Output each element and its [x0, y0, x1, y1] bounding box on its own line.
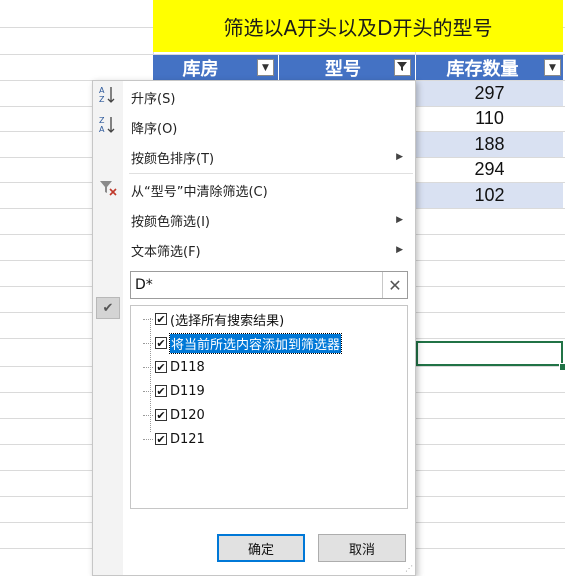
list-item-label: D120: [170, 407, 205, 423]
ok-button[interactable]: 确定: [217, 534, 305, 562]
quantity-cell[interactable]: 110: [416, 106, 563, 131]
list-item-label: 将当前所选内容添加到筛选器: [168, 332, 343, 354]
fill-handle[interactable]: [559, 363, 565, 371]
sort-descending-item[interactable]: Z A 降序(O): [93, 112, 415, 142]
sort-by-color-item[interactable]: 按颜色排序(T) ▶: [93, 142, 415, 172]
list-item-select-all[interactable]: ✔ (选择所有搜索结果): [143, 309, 284, 329]
svg-text:A: A: [99, 125, 105, 134]
sort-z-to-a-icon: Z A: [98, 115, 118, 139]
checkbox[interactable]: ✔: [155, 409, 167, 421]
menu-item-label: 升序(S): [131, 91, 176, 107]
list-item[interactable]: ✔ D120: [143, 405, 205, 425]
filter-search-input[interactable]: D* ✕: [130, 271, 408, 299]
cell-value: 102: [474, 185, 505, 205]
list-item-label: D118: [170, 359, 205, 375]
list-item[interactable]: ✔ D121: [143, 429, 205, 449]
menu-item-label: 降序(O): [131, 121, 178, 137]
checkbox[interactable]: ✔: [155, 313, 167, 325]
button-label: 确定: [247, 542, 274, 558]
quantity-cell[interactable]: 294: [416, 157, 563, 182]
menu-item-label: 按颜色排序(T): [131, 151, 215, 167]
quantity-cell[interactable]: 102: [416, 183, 563, 208]
header-quantity[interactable]: 库存数量 ▼: [416, 55, 563, 80]
chevron-down-icon: ▼: [549, 62, 556, 73]
cell-value: 294: [474, 159, 505, 179]
filter-funnel-icon: [397, 61, 408, 75]
checkmark-icon: ✔: [96, 297, 120, 319]
checkbox[interactable]: ✔: [155, 337, 167, 349]
header-warehouse[interactable]: 库房 ▼: [153, 55, 279, 80]
list-item-label: D119: [170, 383, 205, 399]
cell-value: 110: [475, 108, 504, 128]
cell-value: 188: [474, 134, 505, 154]
table-header-row: 库房 ▼ 型号 库存数量 ▼: [153, 55, 563, 80]
close-icon: ✕: [388, 275, 402, 295]
text-filter-item[interactable]: 文本筛选(F) ▶: [93, 235, 415, 265]
filter-by-color-item[interactable]: 按颜色筛选(I) ▶: [93, 205, 415, 235]
clear-filter-icon: [98, 178, 118, 202]
filter-active-button[interactable]: [394, 59, 411, 76]
button-label: 取消: [348, 542, 375, 558]
submenu-arrow-icon: ▶: [396, 215, 403, 225]
cell-value: 297: [474, 83, 505, 103]
checkbox[interactable]: ✔: [155, 361, 167, 373]
sheet-title: 筛选以A开头以及D开头的型号: [223, 15, 493, 40]
clear-filter-item[interactable]: 从“型号”中清除筛选(C): [93, 175, 415, 205]
chevron-down-icon: ▼: [262, 62, 269, 73]
filter-dropdown-button[interactable]: ▼: [257, 59, 274, 76]
list-item-add-to-filter[interactable]: ✔ 将当前所选内容添加到筛选器: [143, 332, 343, 354]
clear-search-button[interactable]: ✕: [382, 272, 407, 298]
svg-text:A: A: [99, 86, 105, 95]
svg-text:Z: Z: [99, 116, 105, 125]
submenu-arrow-icon: ▶: [396, 152, 403, 162]
menu-separator: [129, 173, 413, 174]
header-label: 库房: [182, 58, 219, 80]
filter-dropdown-button[interactable]: ▼: [544, 59, 561, 76]
checkbox[interactable]: ✔: [155, 433, 167, 445]
sort-ascending-item[interactable]: A Z 升序(S): [93, 82, 415, 112]
filter-values-list: ✔ (选择所有搜索结果) ✔ 将当前所选内容添加到筛选器 ✔ D118 ✔ D1…: [130, 305, 408, 509]
menu-item-label: 从“型号”中清除筛选(C): [131, 184, 268, 200]
menu-item-label: 文本筛选(F): [131, 244, 201, 260]
selected-cell[interactable]: [416, 341, 563, 366]
list-item[interactable]: ✔ D119: [143, 381, 205, 401]
list-item-label: (选择所有搜索结果): [170, 313, 285, 329]
svg-text:Z: Z: [99, 95, 105, 104]
checkbox[interactable]: ✔: [155, 385, 167, 397]
resize-grip-icon[interactable]: ⋰: [405, 564, 413, 573]
sort-a-to-z-icon: A Z: [98, 85, 118, 109]
title-cell[interactable]: 筛选以A开头以及D开头的型号: [153, 0, 563, 52]
autofilter-panel: A Z 升序(S) Z A 降序(O) 按颜色排序(T) ▶ 从“型号”中清除筛…: [92, 80, 416, 576]
list-item[interactable]: ✔ D118: [143, 357, 205, 377]
submenu-arrow-icon: ▶: [396, 245, 403, 255]
list-item-label: D121: [170, 431, 205, 447]
quantity-cell[interactable]: 188: [416, 132, 563, 157]
search-value: D*: [135, 277, 153, 293]
header-label: 库存数量: [446, 58, 519, 80]
header-label: 型号: [325, 58, 361, 80]
header-model[interactable]: 型号: [279, 55, 416, 80]
quantity-cell[interactable]: 297: [416, 81, 563, 106]
cancel-button[interactable]: 取消: [318, 534, 406, 562]
menu-item-label: 按颜色筛选(I): [131, 214, 210, 230]
